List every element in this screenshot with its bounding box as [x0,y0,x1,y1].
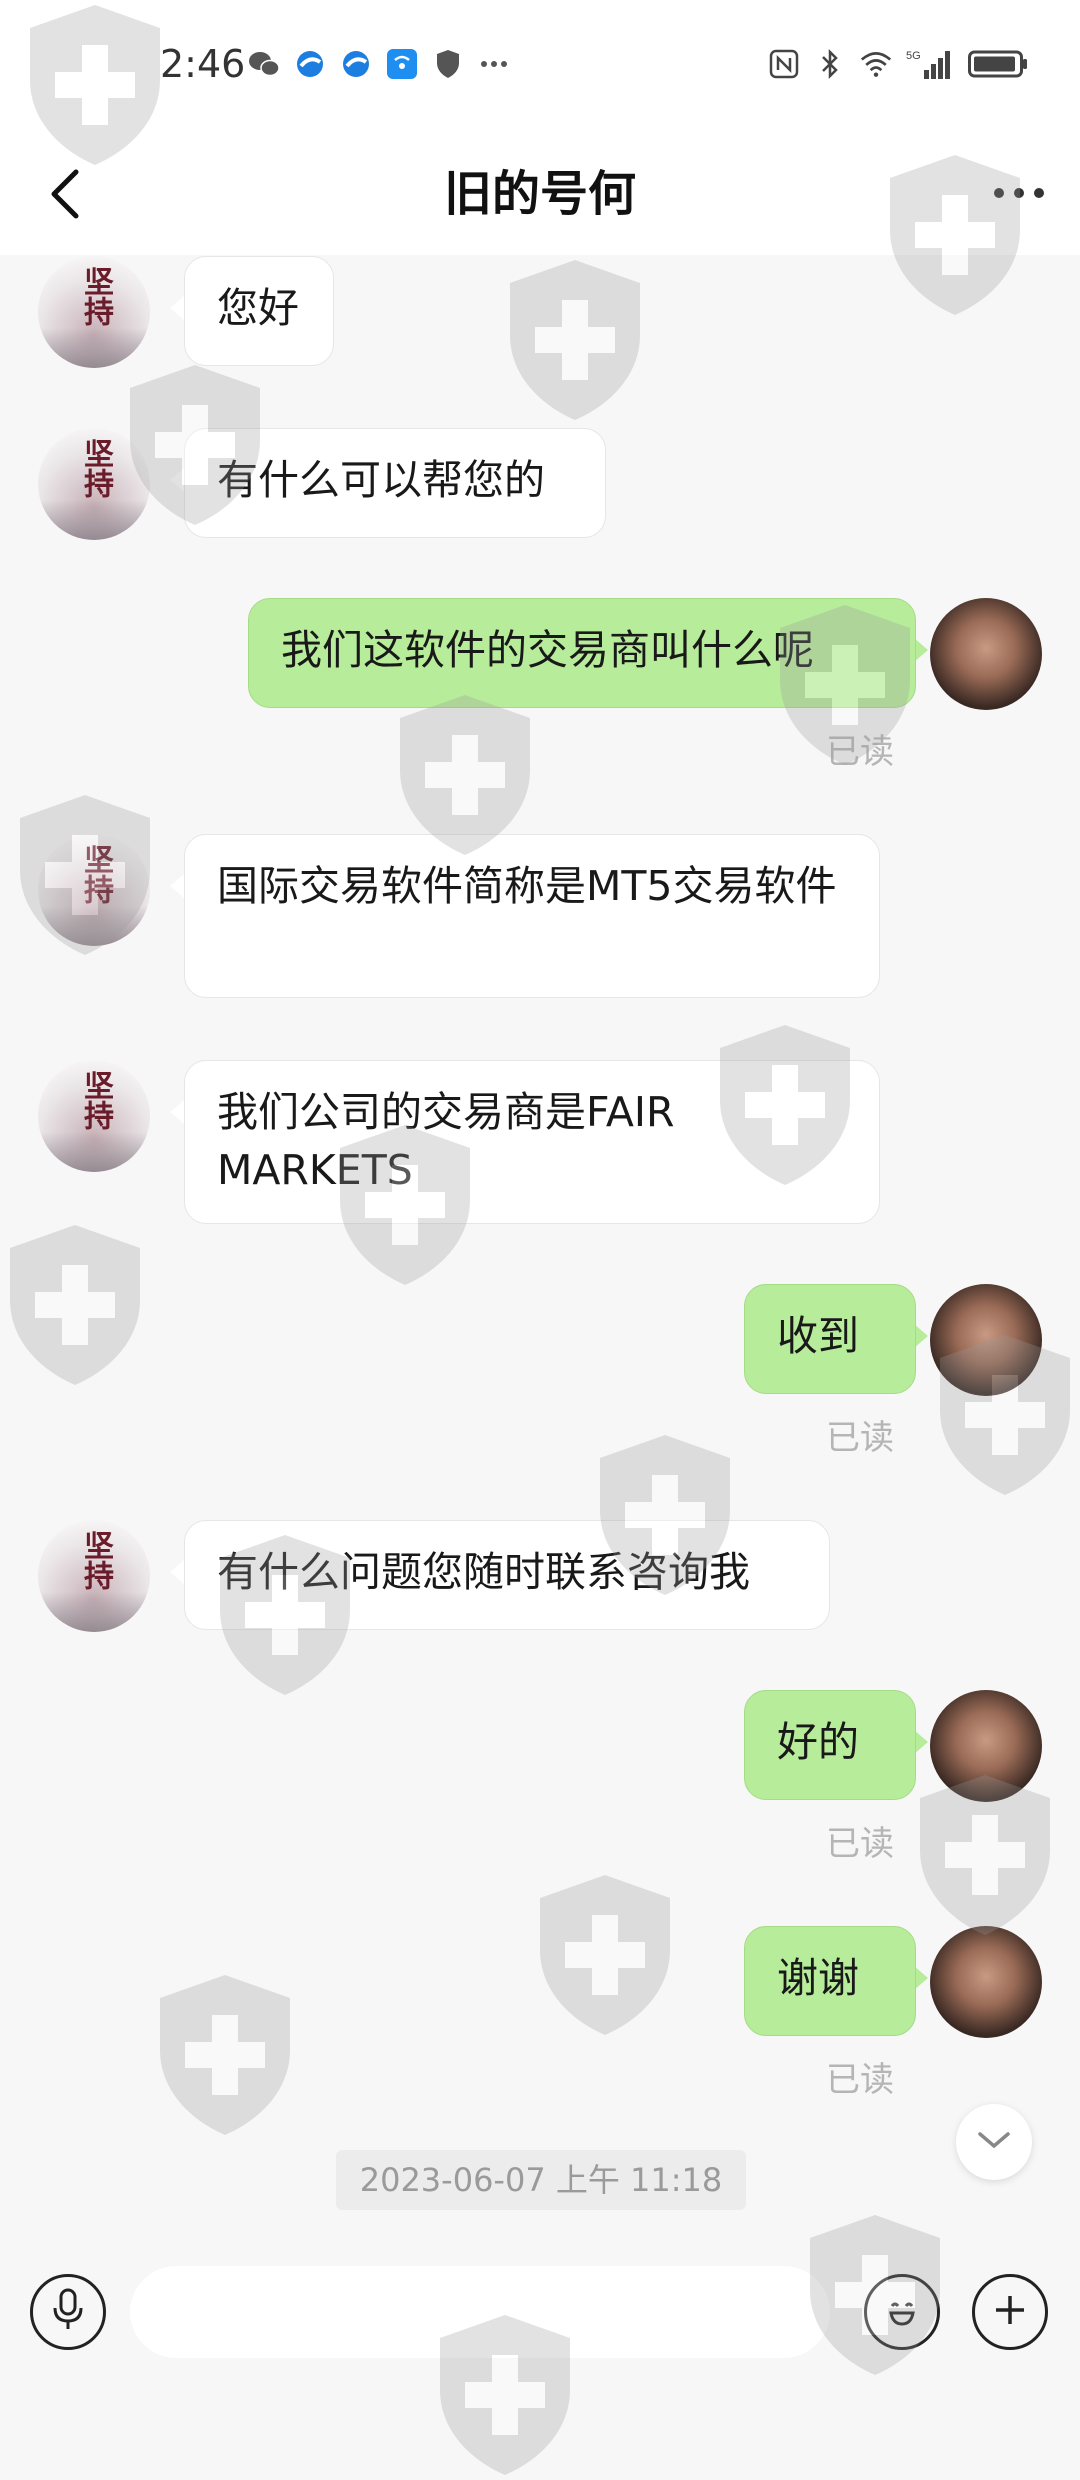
wechat-icon [248,48,280,80]
chat-header: 旧的号何 [0,130,1080,255]
message-bubble-outgoing[interactable]: 谢谢 [744,1926,916,2036]
status-time: 2:46 [160,42,246,86]
emoji-icon [880,2288,924,2336]
status-bar: 2:46 5G [0,0,1080,130]
watermark-shield-icon [10,1225,140,1385]
message-bubble-incoming[interactable]: 有什么可以帮您的 [184,428,606,538]
contact-avatar[interactable]: 坚持 [38,428,150,540]
read-status: 已读 [826,1418,894,1458]
read-status: 已读 [826,732,894,772]
read-status: 已读 [826,1824,894,1864]
timestamp: 2023-06-07 上午 11:18 [336,2150,746,2210]
message-text: 我们公司的交易商是FAIRMARKETS [217,1088,675,1194]
message-input[interactable] [130,2266,830,2358]
wifi-app-icon [386,48,418,80]
watermark-shield-icon [160,1975,290,2135]
message-bubble-incoming[interactable]: 有什么问题您随时联系咨询我 [184,1520,830,1630]
battery-icon [968,48,1028,80]
watermark-shield-icon [510,260,640,420]
read-status: 已读 [826,2060,894,2100]
message-text: 有什么问题您随时联系咨询我 [217,1548,750,1596]
user-avatar[interactable] [930,1690,1042,1802]
message-bubble-incoming[interactable]: 您好 [184,256,334,366]
wifi-icon [860,48,892,80]
browser-icon [294,48,326,80]
status-icons-right: 5G [768,48,1028,80]
message-bubble-incoming[interactable]: 我们公司的交易商是FAIRMARKETS [184,1060,880,1224]
message-bubble-outgoing[interactable]: 我们这软件的交易商叫什么呢 [248,598,916,708]
message-text: 谢谢 [777,1954,859,2002]
message-text: 收到 [777,1312,859,1360]
message-bubble-outgoing[interactable]: 收到 [744,1284,916,1394]
user-avatar[interactable] [930,1284,1042,1396]
message-text: 我们这软件的交易商叫什么呢 [281,626,814,674]
message-bubble-incoming[interactable]: 国际交易软件简称是MT5交易软件 [184,834,880,998]
nfc-icon [768,48,800,80]
input-bar [0,2224,1080,2400]
more-dots-icon [478,48,510,80]
message-text: 您好 [217,284,299,332]
status-icons-left [248,48,510,80]
message-text: 有什么可以帮您的 [217,456,545,504]
voice-button[interactable] [30,2274,106,2350]
contact-avatar[interactable]: 坚持 [38,834,150,946]
bluetooth-icon [814,48,846,80]
contact-avatar[interactable]: 坚持 [38,256,150,368]
signal-5g-icon: 5G [906,48,954,80]
user-avatar[interactable] [930,1926,1042,2038]
contact-avatar[interactable]: 坚持 [38,1060,150,1172]
more-dots-icon[interactable] [986,168,1052,218]
more-functions-button[interactable] [972,2274,1048,2350]
chevron-down-icon [974,2128,1014,2156]
watermark-shield-icon [540,1875,670,2035]
user-avatar[interactable] [930,598,1042,710]
chat-title: 旧的号何 [443,166,636,222]
scroll-to-bottom-button[interactable] [956,2104,1032,2180]
message-text: 国际交易软件简称是MT5交易软件 [217,862,837,910]
contact-avatar[interactable]: 坚持 [38,1520,150,1632]
shield-icon [432,48,464,80]
microphone-icon [50,2288,86,2336]
emoji-button[interactable] [864,2274,940,2350]
message-text: 好的 [777,1718,859,1766]
plus-icon [990,2290,1030,2334]
message-bubble-outgoing[interactable]: 好的 [744,1690,916,1800]
browser-icon [340,48,372,80]
signal-5g-label: 5G [906,50,921,62]
